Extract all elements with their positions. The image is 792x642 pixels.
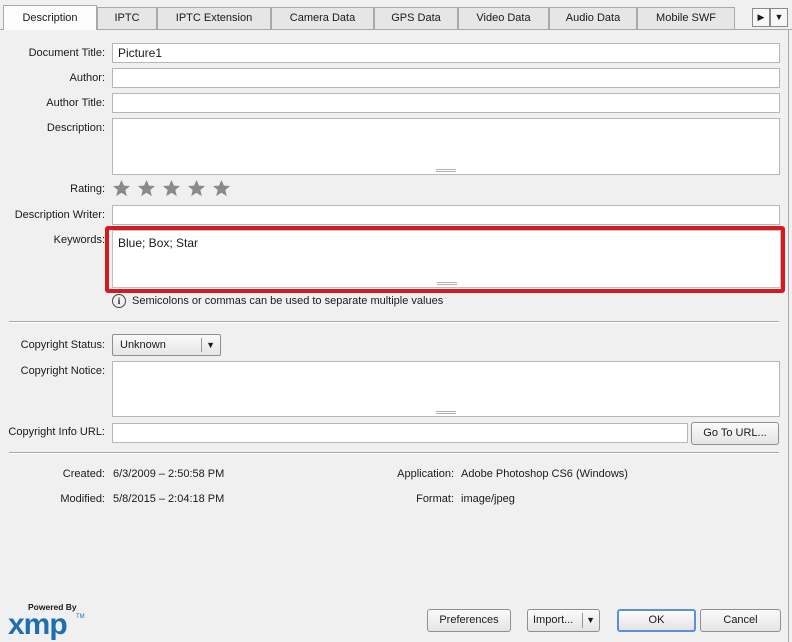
tab-iptc-extension[interactable]: IPTC Extension (157, 7, 271, 29)
application-label: Application: (397, 468, 454, 480)
modified-value: 5/8/2015 – 2:04:18 PM (113, 493, 225, 505)
select-divider (201, 338, 202, 352)
import-label: Import... (533, 614, 574, 626)
tab-scroll-right-button[interactable]: ▶ (752, 8, 770, 27)
copyright-status-select[interactable]: Unknown ▼ (112, 334, 221, 356)
logo-xmp: xmp (8, 608, 68, 641)
xmp-logo: Powered By xmp TM (6, 602, 86, 641)
resize-grip-icon[interactable] (436, 411, 456, 414)
keywords-hint: i Semicolons or commas can be used to se… (112, 293, 443, 309)
description-writer-label: Description Writer: (14, 209, 105, 221)
modified-label: Modified: (60, 493, 105, 505)
logo-trademark: TM (76, 614, 85, 620)
tab-iptc[interactable]: IPTC (97, 7, 157, 29)
section-separator (9, 452, 779, 454)
import-divider (582, 613, 583, 628)
tab-list-menu-button[interactable]: ▼ (770, 8, 788, 27)
star-icon[interactable] (212, 179, 231, 198)
star-icon[interactable] (112, 179, 131, 198)
created-value: 6/3/2009 – 2:50:58 PM (113, 468, 225, 480)
author-label: Author: (69, 72, 105, 84)
keywords-value: Blue; Box; Star (118, 236, 199, 250)
ok-button[interactable]: OK (617, 609, 696, 632)
copyright-notice-textarea[interactable] (112, 361, 780, 417)
description-label: Description: (46, 122, 105, 134)
import-button[interactable]: Import... ▼ (527, 609, 600, 632)
rating-stars (112, 179, 231, 199)
keywords-textarea[interactable]: Blue; Box; Star (112, 230, 781, 288)
tab-audio-data[interactable]: Audio Data (549, 7, 637, 29)
format-value: image/jpeg (461, 493, 515, 505)
author-title-field[interactable] (112, 93, 780, 113)
chevron-down-icon[interactable]: ▼ (586, 610, 595, 631)
star-icon[interactable] (137, 179, 156, 198)
keywords-label: Keywords: (53, 234, 105, 246)
star-icon[interactable] (162, 179, 181, 198)
tab-description[interactable]: Description (3, 5, 97, 30)
chevron-down-icon: ▼ (206, 340, 215, 350)
rating-label: Rating: (70, 183, 105, 195)
created-label: Created: (62, 468, 105, 480)
copyright-status-value: Unknown (120, 339, 166, 351)
tab-bar: Description IPTC IPTC Extension Camera D… (0, 0, 792, 30)
description-writer-field[interactable] (112, 205, 780, 225)
cancel-button[interactable]: Cancel (700, 609, 781, 632)
resize-grip-icon[interactable] (436, 169, 456, 172)
format-label: Format: (416, 493, 454, 505)
copyright-notice-label: Copyright Notice: (20, 365, 105, 377)
tab-video-data[interactable]: Video Data (458, 7, 549, 29)
author-field[interactable] (112, 68, 780, 88)
resize-grip-icon[interactable] (436, 282, 457, 285)
keywords-hint-text: Semicolons or commas can be used to sepa… (132, 295, 444, 307)
tab-camera-data[interactable]: Camera Data (271, 7, 374, 29)
copyright-url-field[interactable] (112, 423, 688, 443)
document-title-field[interactable]: Picture1 (112, 43, 780, 63)
info-icon: i (112, 294, 126, 308)
section-separator (9, 321, 779, 323)
copyright-status-label: Copyright Status: (20, 339, 105, 351)
tab-gps-data[interactable]: GPS Data (374, 7, 458, 29)
copyright-url-label: Copyright Info URL: (8, 426, 105, 438)
star-icon[interactable] (187, 179, 206, 198)
description-textarea[interactable] (112, 118, 780, 175)
go-to-url-button[interactable]: Go To URL... (691, 422, 779, 445)
application-value: Adobe Photoshop CS6 (Windows) (461, 468, 628, 480)
tab-mobile-swf[interactable]: Mobile SWF (637, 7, 735, 29)
preferences-button[interactable]: Preferences (427, 609, 511, 632)
author-title-label: Author Title: (46, 97, 105, 109)
document-title-label: Document Title: (28, 47, 105, 59)
